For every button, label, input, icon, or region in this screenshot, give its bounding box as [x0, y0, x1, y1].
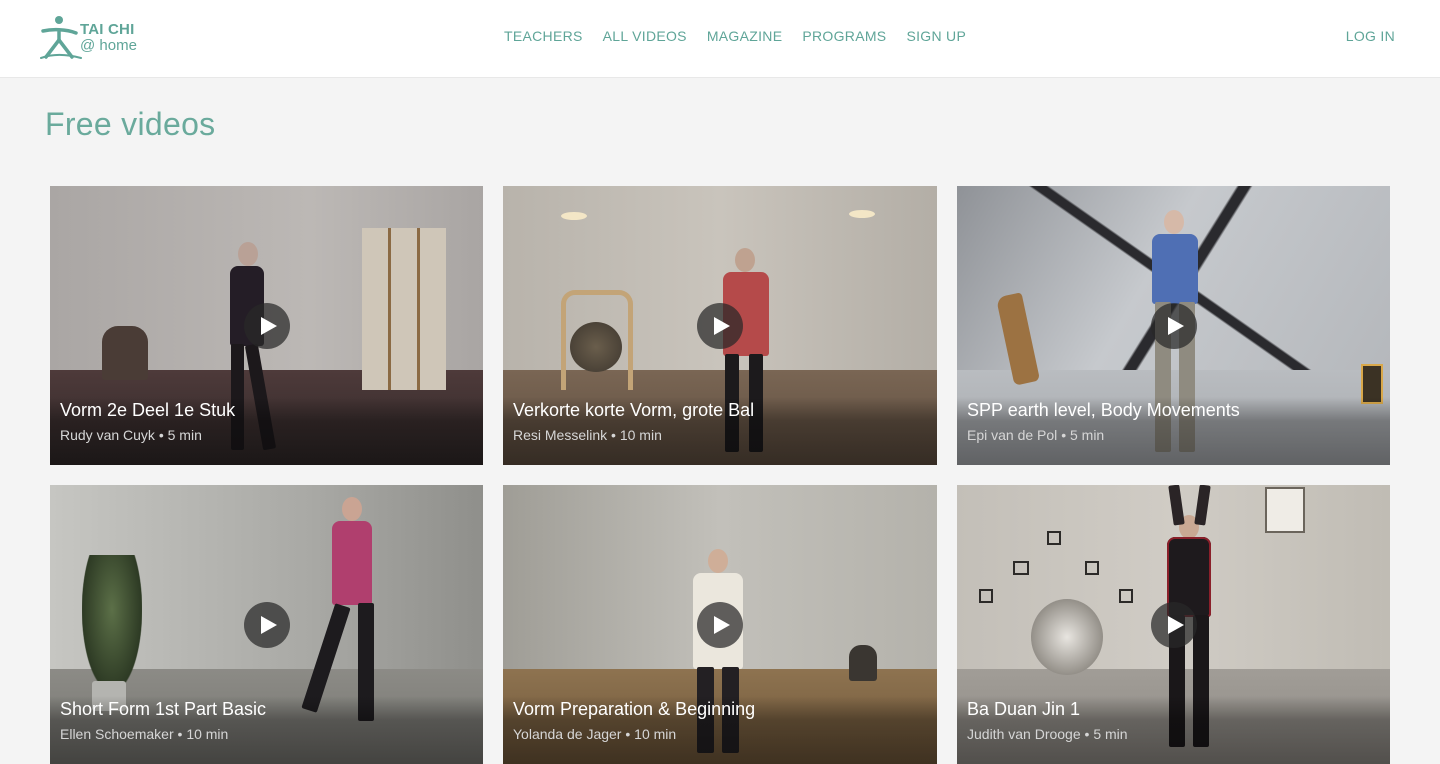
video-card[interactable]: Vorm Preparation & Beginning Yolanda de …: [503, 485, 937, 764]
logo-text-line2: @ home: [80, 37, 137, 54]
play-icon[interactable]: [1150, 302, 1197, 349]
video-duration: 10 min: [186, 726, 229, 742]
video-title: Vorm 2e Deel 1e Stuk: [60, 400, 236, 420]
video-meta: Ellen Schoemaker • 10 min: [60, 726, 228, 742]
tai-chi-logo-icon: [40, 16, 82, 59]
nav-all-videos[interactable]: ALL VIDEOS: [603, 28, 687, 44]
video-title: Ba Duan Jin 1: [967, 699, 1081, 719]
meta-separator: •: [1061, 427, 1067, 443]
play-icon[interactable]: [243, 601, 290, 648]
page-title: Free videos: [45, 106, 216, 142]
video-title: Short Form 1st Part Basic: [60, 699, 267, 719]
video-meta: Epi van de Pol • 5 min: [967, 427, 1104, 443]
play-icon[interactable]: [697, 601, 743, 648]
logo-text-line1: TAI CHI: [80, 21, 135, 38]
teacher-name: Ellen Schoemaker: [60, 726, 174, 742]
video-card[interactable]: SPP earth level, Body Movements Epi van …: [957, 186, 1390, 465]
video-meta: Yolanda de Jager • 10 min: [513, 726, 676, 742]
video-title: Verkorte korte Vorm, grote Bal: [513, 400, 755, 420]
main-nav: TEACHERS ALL VIDEOS MAGAZINE PROGRAMS SI…: [504, 28, 966, 44]
teacher-name: Rudy van Cuyk: [60, 427, 155, 443]
video-duration: 10 min: [634, 726, 677, 742]
video-meta: Judith van Drooge • 5 min: [967, 726, 1128, 742]
video-card[interactable]: Verkorte korte Vorm, grote Bal Resi Mess…: [503, 186, 937, 465]
nav-teachers[interactable]: TEACHERS: [504, 28, 583, 44]
nav-programs[interactable]: PROGRAMS: [802, 28, 886, 44]
meta-separator: •: [611, 427, 616, 443]
video-card[interactable]: Ba Duan Jin 1 Judith van Drooge • 5 min: [957, 485, 1390, 764]
video-card[interactable]: Short Form 1st Part Basic Ellen Schoemak…: [50, 485, 483, 764]
meta-separator: •: [177, 726, 183, 742]
play-icon[interactable]: [697, 302, 743, 349]
teacher-name: Judith van Drooge: [967, 726, 1081, 742]
video-meta: Rudy van Cuyk • 5 min: [60, 427, 202, 443]
meta-separator: •: [1084, 726, 1090, 742]
play-icon[interactable]: [1150, 601, 1197, 648]
login-link[interactable]: LOG IN: [1346, 28, 1395, 44]
teacher-name: Resi Messelink: [513, 427, 608, 443]
video-meta: Resi Messelink • 10 min: [513, 427, 662, 443]
video-duration: 10 min: [619, 427, 662, 443]
video-duration: 5 min: [1069, 427, 1105, 443]
video-title: SPP earth level, Body Movements: [967, 400, 1240, 420]
teacher-name: Yolanda de Jager: [513, 726, 622, 742]
nav-magazine[interactable]: MAGAZINE: [707, 28, 783, 44]
site-logo[interactable]: TAI CHI @ home: [40, 14, 150, 60]
video-duration: 5 min: [167, 427, 202, 443]
video-duration: 5 min: [1093, 726, 1128, 742]
meta-separator: •: [625, 726, 631, 742]
meta-separator: •: [158, 427, 164, 443]
nav-sign-up[interactable]: SIGN UP: [906, 28, 966, 44]
teacher-name: Epi van de Pol: [967, 427, 1058, 443]
video-title: Vorm Preparation & Beginning: [513, 699, 756, 719]
play-icon[interactable]: [243, 302, 290, 349]
top-navigation-bar: TAI CHI @ home TEACHERS ALL VIDEOS MAGAZ…: [0, 0, 1440, 78]
video-grid: Vorm 2e Deel 1e Stuk Rudy van Cuyk • 5 m…: [50, 186, 1390, 764]
video-card[interactable]: Vorm 2e Deel 1e Stuk Rudy van Cuyk • 5 m…: [50, 186, 483, 465]
